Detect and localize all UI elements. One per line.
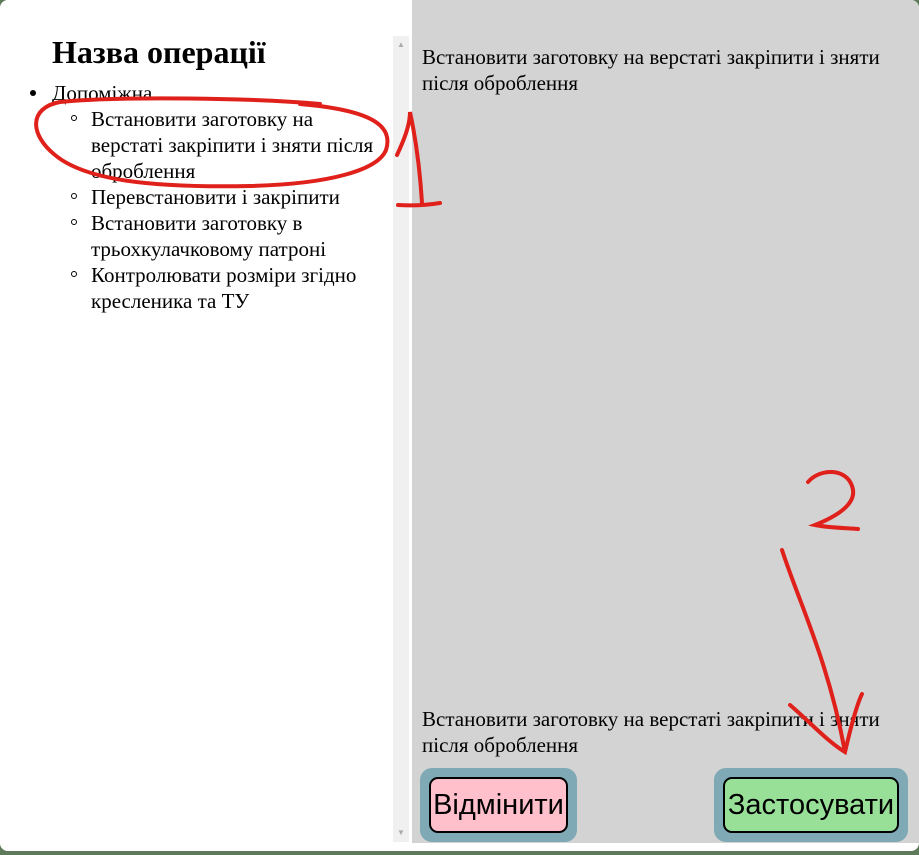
operation-dialog: Назва операції Допоміжна Встановити заго… [0,0,919,851]
circle-bullet-icon [71,115,77,121]
cancel-button-label[interactable]: Відмінити [429,777,568,833]
selected-operation-preview: Встановити заготовку на верстаті закріпи… [422,45,880,95]
dialog-title: Назва операції [52,34,266,70]
operation-item[interactable]: Встановити заготовку в трьохкулачковому … [71,210,392,262]
group-label[interactable]: Допоміжна [52,81,152,105]
operation-item[interactable]: Перевстановити і закріпити [71,184,392,210]
bullet-icon [30,90,36,96]
apply-button[interactable]: Застосувати [714,768,908,842]
cancel-button[interactable]: Відмінити [420,768,577,842]
preview-pane: Встановити заготовку на верстаті закріпи… [412,0,919,843]
circle-bullet-icon [71,271,77,277]
apply-button-label[interactable]: Застосувати [723,777,899,833]
circle-bullet-icon [71,193,77,199]
operation-sublist: Встановити заготовку на верстаті закріпи… [52,106,392,314]
operation-list-pane: Назва операції Допоміжна Встановити заго… [0,0,393,851]
operation-item-label[interactable]: Встановити заготовку на верстаті закріпи… [91,107,373,183]
operation-item[interactable]: Контролювати розміри згідно кресленика т… [71,262,392,314]
scroll-up-arrow-icon[interactable]: ▲ [397,40,405,50]
operation-item-label[interactable]: Контролювати розміри згідно кресленика т… [91,263,356,313]
operation-item-label[interactable]: Встановити заготовку в трьохкулачковому … [91,211,326,261]
scroll-down-arrow-icon[interactable]: ▼ [397,828,405,838]
selected-operation-result: Встановити заготовку на верстаті закріпи… [422,707,880,757]
operation-item-label[interactable]: Перевстановити і закріпити [91,185,340,209]
circle-bullet-icon [71,219,77,225]
operation-item[interactable]: Встановити заготовку на верстаті закріпи… [71,106,392,184]
operation-group[interactable]: Допоміжна Встановити заготовку на верста… [30,80,392,314]
list-scrollbar[interactable]: ▲ ▼ [393,36,409,842]
operation-tree: Допоміжна Встановити заготовку на верста… [30,80,392,314]
